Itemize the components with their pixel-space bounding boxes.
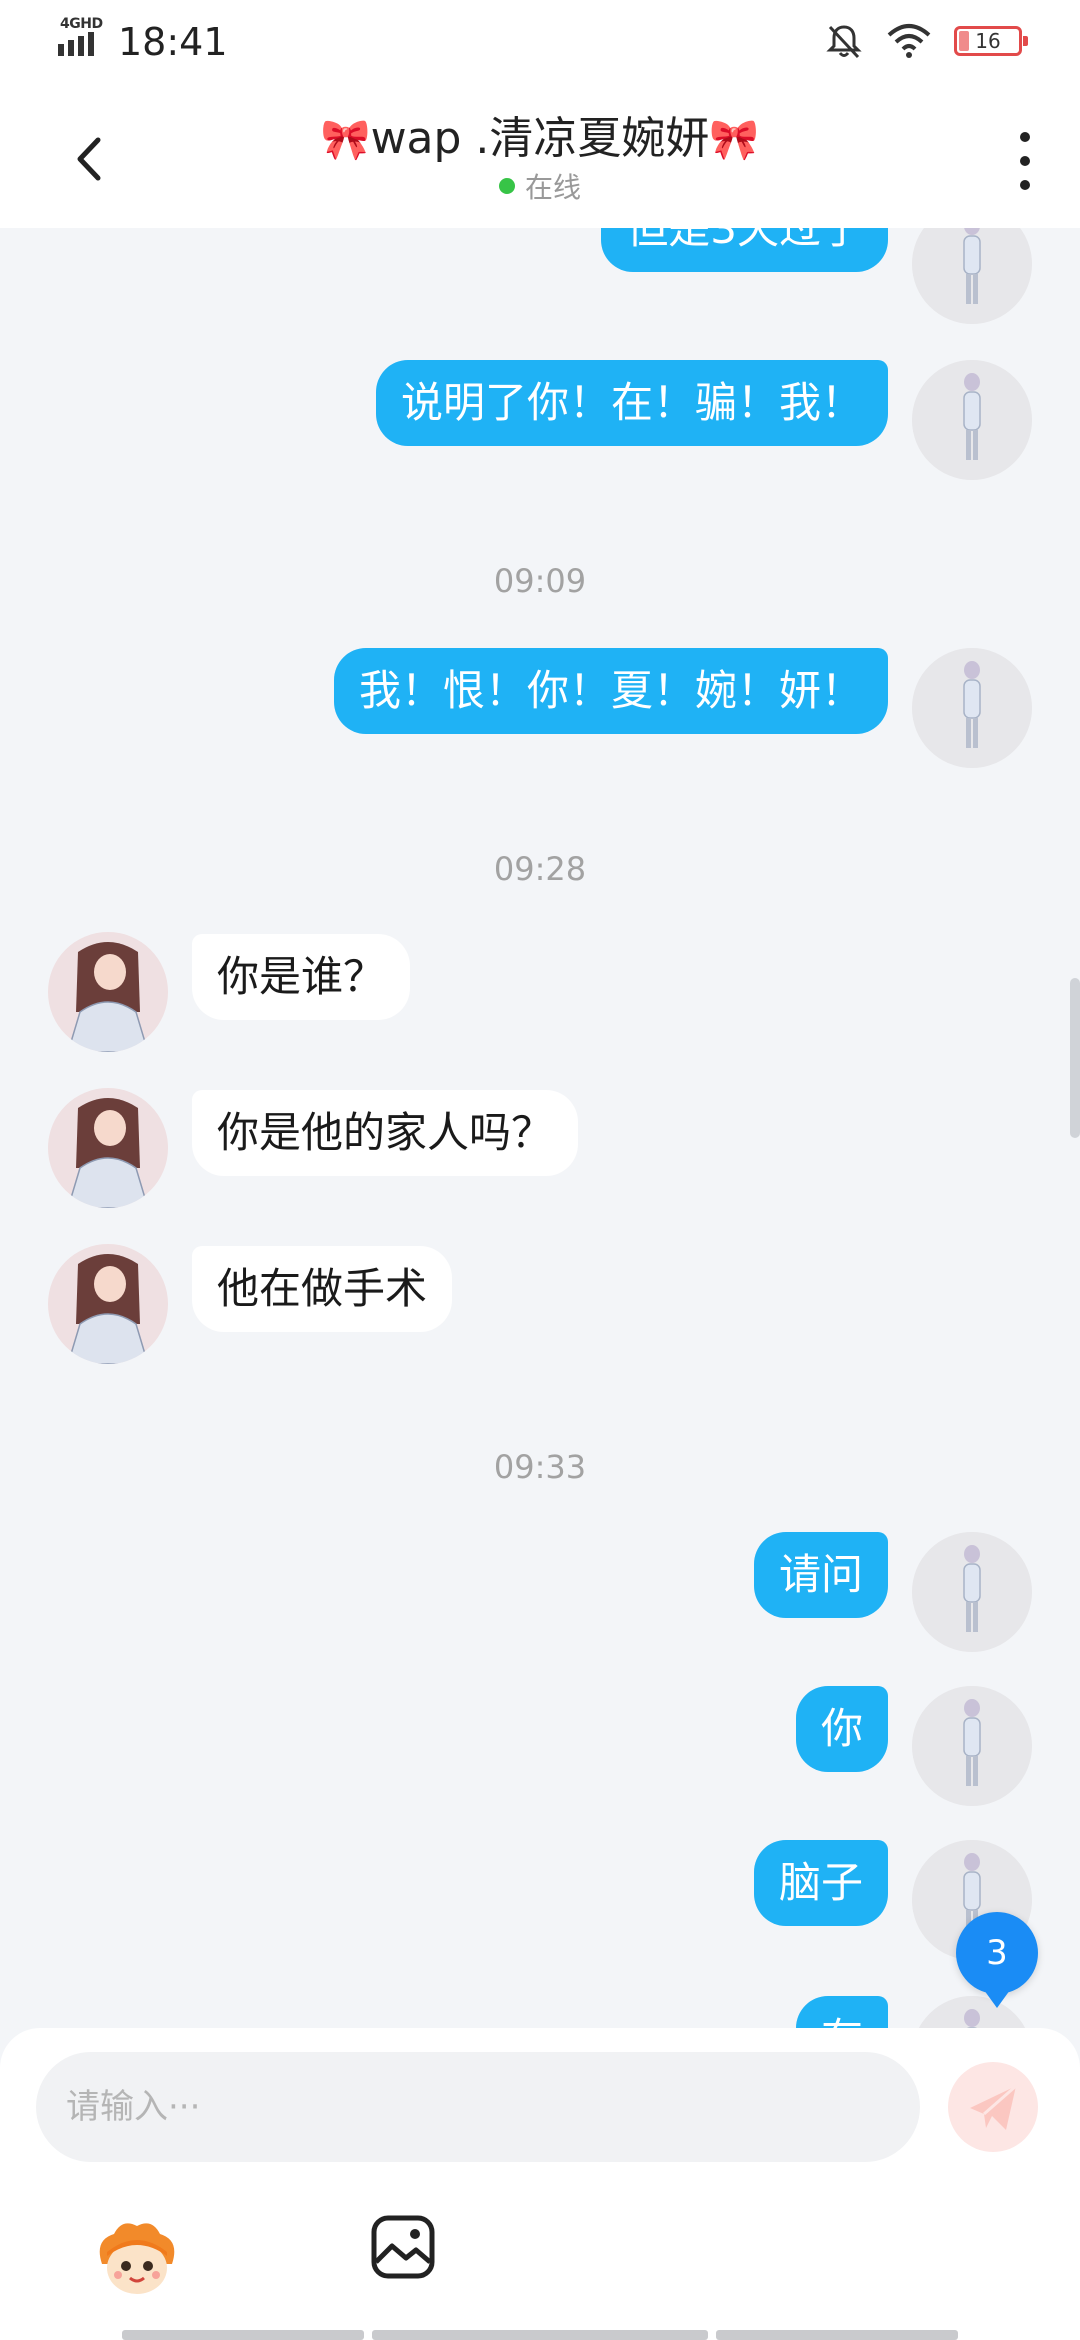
battery-level: 16 xyxy=(975,29,1001,53)
contact-avatar[interactable] xyxy=(48,932,168,1052)
self-avatar-figure xyxy=(912,1686,1032,1806)
timestamp: 09:09 xyxy=(493,562,587,600)
self-avatar[interactable] xyxy=(912,1532,1032,1652)
self-avatar[interactable] xyxy=(912,360,1032,480)
self-avatar-figure xyxy=(912,228,1032,324)
emoji-mascot-icon[interactable] xyxy=(92,2212,182,2302)
contact-avatar[interactable] xyxy=(48,1244,168,1364)
contact-avatar[interactable] xyxy=(48,1088,168,1208)
self-avatar[interactable] xyxy=(912,648,1032,768)
contact-avatar-figure xyxy=(48,932,168,1052)
incoming-message[interactable]: 你是他的家人吗？ xyxy=(192,1090,579,1176)
outgoing-message[interactable]: 有 xyxy=(795,1996,888,2028)
self-avatar[interactable] xyxy=(912,1996,1032,2028)
status-bar: 4GHD 18:41 16 xyxy=(0,0,1080,84)
outgoing-message[interactable]: 说明了你！在！骗！我！ xyxy=(375,360,888,446)
self-avatar-figure xyxy=(912,648,1032,768)
bow-emoji-right: 🎀 xyxy=(709,117,760,163)
battery-icon: 16 xyxy=(954,26,1028,56)
chat-title: 🎀wap .清凉夏婉妍🎀 xyxy=(0,102,1080,166)
unread-count-badge[interactable]: 3 xyxy=(956,1912,1038,2008)
incoming-message[interactable]: 他在做手术 xyxy=(192,1246,453,1332)
clock: 18:41 xyxy=(118,20,228,64)
self-avatar[interactable] xyxy=(912,1686,1032,1806)
image-picker-icon[interactable] xyxy=(370,2214,436,2280)
send-button[interactable] xyxy=(948,2062,1038,2152)
contact-name: wap .清凉夏婉妍 xyxy=(370,113,710,164)
outgoing-message[interactable]: 但是3天过了 xyxy=(601,228,888,272)
nav-bar-segment xyxy=(122,2330,364,2340)
self-avatar-figure xyxy=(912,360,1032,480)
more-options-icon[interactable] xyxy=(1010,126,1040,196)
outgoing-message[interactable]: 你 xyxy=(795,1686,888,1772)
message-input[interactable]: 请输入··· xyxy=(36,2052,920,2162)
wifi-icon xyxy=(887,24,931,58)
contact-avatar-figure xyxy=(48,1088,168,1208)
chat-header: 🎀wap .清凉夏婉妍🎀 在线 xyxy=(0,84,1080,228)
presence-status: 在线 xyxy=(0,166,1080,206)
composer: 请输入··· xyxy=(0,2028,1080,2340)
self-avatar-figure xyxy=(918,1996,1026,2028)
timestamp: 09:28 xyxy=(493,850,587,888)
scrollbar[interactable] xyxy=(1070,978,1080,1138)
incoming-message[interactable]: 你是谁？ xyxy=(192,934,411,1020)
outgoing-message[interactable]: 脑子 xyxy=(753,1840,888,1926)
timestamp: 09:33 xyxy=(493,1448,587,1486)
online-dot-icon xyxy=(498,178,515,194)
presence-label: 在线 xyxy=(524,171,581,204)
message-list[interactable]: 但是3天过了 说明了你！在！骗！我！ 09:09 我！恨！你！夏！婉！妍！ 09… xyxy=(0,228,1080,2028)
self-avatar[interactable] xyxy=(912,228,1032,324)
mute-bell-icon xyxy=(826,25,862,59)
contact-avatar-figure xyxy=(48,1244,168,1364)
outgoing-message[interactable]: 请问 xyxy=(753,1532,888,1618)
signal-icon xyxy=(58,32,94,56)
nav-bar-segment xyxy=(716,2330,958,2340)
self-avatar-figure xyxy=(912,1532,1032,1652)
bow-emoji-left: 🎀 xyxy=(320,117,371,163)
outgoing-message[interactable]: 我！恨！你！夏！婉！妍！ xyxy=(333,648,888,734)
send-icon xyxy=(970,2084,1017,2130)
nav-bar-segment xyxy=(372,2330,708,2340)
